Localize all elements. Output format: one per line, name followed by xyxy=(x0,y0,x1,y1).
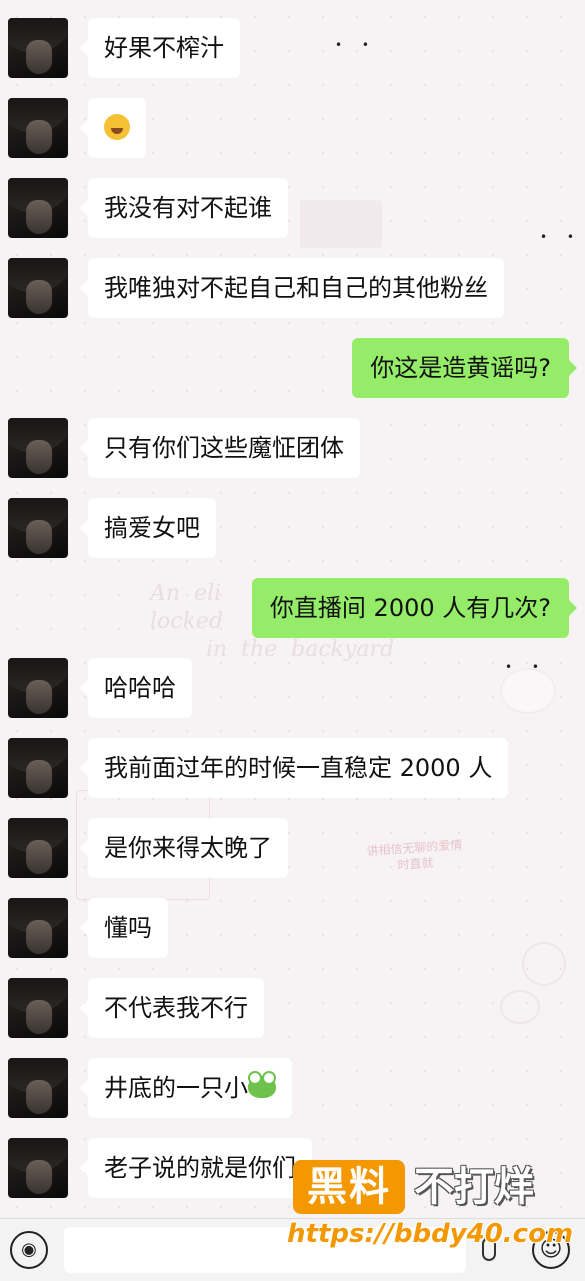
watermark-url: https://bbdy40.com xyxy=(287,1219,574,1249)
message-row: 只有你们这些魔怔团体 xyxy=(0,418,585,482)
message-row: 不代表我不行 xyxy=(0,978,585,1042)
message-row: 我没有对不起谁 xyxy=(0,178,585,242)
avatar[interactable] xyxy=(8,418,68,478)
avatar[interactable] xyxy=(8,818,68,878)
message-bubble[interactable]: 我前面过年的时候一直稳定 2000 人 xyxy=(79,738,509,798)
message-row: 哈哈哈 xyxy=(0,658,585,722)
laughing-crying-emoji-icon xyxy=(104,114,130,140)
voice-icon[interactable]: ◉ xyxy=(10,1231,48,1269)
message-row-outgoing: 你这是造黄谣吗? xyxy=(0,338,585,402)
message-bubble-outgoing[interactable]: 你这是造黄谣吗? xyxy=(352,338,577,398)
message-bubble[interactable]: 老子说的就是你们 xyxy=(80,1138,312,1198)
message-row: 我前面过年的时候一直稳定 2000 人 xyxy=(0,738,585,802)
message-bubble-outgoing[interactable]: 你直播间 2000 人有几次? xyxy=(251,578,578,638)
avatar[interactable] xyxy=(8,98,68,158)
frog-emoji-icon xyxy=(248,1071,276,1098)
message-bubble[interactable]: 我没有对不起谁 xyxy=(80,178,288,238)
avatar[interactable] xyxy=(8,658,68,718)
message-row: 懂吗 xyxy=(0,898,585,962)
message-bubble[interactable]: 好果不榨汁 xyxy=(80,18,240,78)
message-bubble[interactable]: 井底的一只小 xyxy=(80,1058,292,1118)
message-bubble[interactable]: 是你来得太晚了 xyxy=(80,818,288,878)
message-row: 是你来得太晚了 xyxy=(0,818,585,882)
avatar[interactable] xyxy=(8,498,68,558)
message-row xyxy=(0,98,585,162)
message-bubble[interactable]: 哈哈哈 xyxy=(80,658,192,718)
message-row: 搞爱女吧 xyxy=(0,498,585,562)
avatar[interactable] xyxy=(8,178,68,238)
avatar[interactable] xyxy=(8,898,68,958)
watermark-text: 不打烊 xyxy=(414,1164,534,1210)
message-bubble[interactable] xyxy=(80,98,146,158)
avatar[interactable] xyxy=(8,1058,68,1118)
avatar[interactable] xyxy=(8,18,68,78)
message-row: 好果不榨汁 xyxy=(0,18,585,82)
message-bubble[interactable]: 只有你们这些魔怔团体 xyxy=(80,418,360,478)
message-bubble[interactable]: 我唯独对不起自己和自己的其他粉丝 xyxy=(80,258,504,318)
message-bubble[interactable]: 懂吗 xyxy=(80,898,168,958)
message-bubble[interactable]: 不代表我不行 xyxy=(80,978,264,1038)
message-row: 井底的一只小 xyxy=(0,1058,585,1122)
avatar[interactable] xyxy=(8,258,68,318)
watermark-badge: 黑料 xyxy=(293,1160,405,1214)
message-row: 我唯独对不起自己和自己的其他粉丝 xyxy=(0,258,585,322)
message-bubble[interactable]: 搞爱女吧 xyxy=(80,498,216,558)
message-text: 井底的一只小 xyxy=(104,1074,248,1102)
avatar[interactable] xyxy=(8,978,68,1038)
avatar[interactable] xyxy=(8,738,68,798)
message-row-outgoing: 你直播间 2000 人有几次? xyxy=(0,578,585,642)
avatar[interactable] xyxy=(8,1138,68,1198)
